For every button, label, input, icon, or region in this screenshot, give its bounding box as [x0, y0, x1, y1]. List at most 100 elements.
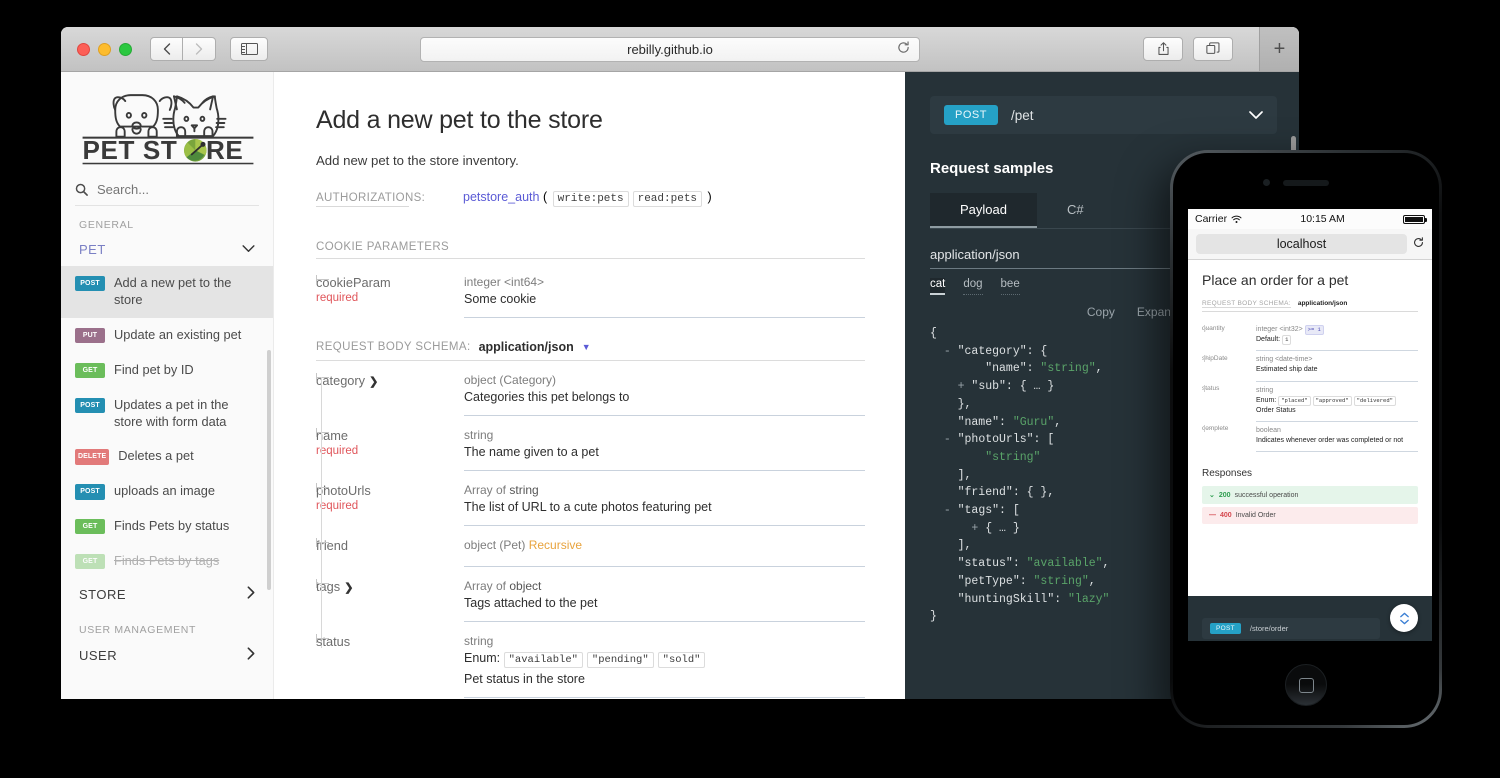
phone-response-text: successful operation: [1235, 492, 1299, 499]
sidebar-operation-item[interactable]: GETFind pet by ID: [61, 353, 273, 388]
sidebar-operation-item[interactable]: POST Add a new pet to the store: [61, 266, 273, 318]
sample-tab-payload[interactable]: Payload: [930, 193, 1037, 228]
parameter-description: Pet status in the store: [464, 672, 865, 686]
sidebar-tag-user[interactable]: USER: [61, 640, 273, 672]
phone-response-row[interactable]: ⌄200successful operation: [1202, 486, 1418, 504]
updown-chevrons-icon[interactable]: [1390, 604, 1418, 632]
sidebar-tag-pet[interactable]: PET: [61, 235, 273, 266]
reload-icon[interactable]: [1413, 237, 1424, 251]
request-body-schema-value[interactable]: application/json: [479, 340, 574, 354]
phone-parameter-name-cell: quantity: [1202, 321, 1256, 351]
sample-name-bee[interactable]: bee: [1001, 278, 1020, 295]
phone-page-title: Place an order for a pet: [1202, 272, 1418, 288]
search-input[interactable]: [95, 181, 259, 198]
endpoint-method-badge: POST: [944, 105, 998, 125]
sidebar-operation-item[interactable]: POSTUpdates a pet in the store with form…: [61, 388, 273, 440]
sidebar-scrollbar[interactable]: [267, 350, 271, 590]
caret-down-icon[interactable]: ▼: [582, 342, 591, 352]
phone-footer-endpoint: POST /store/order: [1188, 596, 1432, 641]
phone-response-text: Invalid Order: [1236, 512, 1276, 519]
minus-icon[interactable]: —: [1209, 512, 1216, 519]
close-paren: ): [708, 190, 712, 204]
address-bar[interactable]: rebilly.github.io: [420, 37, 920, 62]
sidebar-tag-store[interactable]: STORE: [61, 579, 273, 611]
phone-request-body-schema: REQUEST BODY SCHEMA: application/json: [1202, 300, 1418, 312]
body-fields-table: category❯object (Category)Categories thi…: [316, 361, 865, 698]
expand-chevron-icon[interactable]: ❯: [344, 582, 353, 594]
parameter-description: Categories this pet belongs to: [464, 390, 865, 404]
endpoint-selector[interactable]: POST /pet: [930, 96, 1277, 134]
sidebar-tag-label: STORE: [79, 587, 126, 602]
chevron-right-icon[interactable]: [247, 586, 255, 602]
phone-screen: Carrier 10:15 AM localhost: [1188, 209, 1432, 641]
sidebar-operation-item[interactable]: DELETEDeletes a pet: [61, 439, 273, 474]
reload-icon[interactable]: [897, 41, 910, 57]
maximize-window-button[interactable]: [119, 43, 132, 56]
parameter-type: integer <int64>: [464, 275, 865, 289]
tree-branch-icon: [316, 377, 329, 378]
phone-parameter-description-cell: string <date-time>Estimated ship date: [1256, 351, 1418, 381]
parameter-name-cell: friend: [316, 526, 464, 567]
show-tabs-button[interactable]: [1193, 37, 1233, 61]
close-window-button[interactable]: [77, 43, 90, 56]
phone-enum-line: Enum: "placed""approved""delivered": [1256, 396, 1418, 406]
required-label: required: [316, 500, 464, 512]
sidebar-operation-label: Add a new pet to the store: [114, 275, 259, 309]
sidebar-operation-item[interactable]: POSTuploads an image: [61, 474, 273, 509]
sidebar-operation-item[interactable]: PUTUpdate an existing pet: [61, 318, 273, 353]
parameter-name-cell: photoUrlsrequired: [316, 471, 464, 526]
chevron-down-icon[interactable]: ⌄: [1209, 491, 1215, 499]
chevron-right-icon[interactable]: [247, 647, 255, 663]
share-button[interactable]: [1143, 37, 1183, 61]
parameter-description-cell: Array of objectTags attached to the pet: [464, 567, 865, 622]
parameter-type: Array of string: [464, 483, 865, 497]
expand-chevron-icon[interactable]: ❯: [369, 376, 378, 388]
parameter-type: string: [464, 428, 865, 442]
navigation-buttons: [150, 37, 216, 61]
tree-branch-icon: [316, 583, 329, 584]
sample-name-dog[interactable]: dog: [963, 278, 982, 295]
phone-endpoint-bar[interactable]: POST /store/order: [1202, 618, 1380, 639]
search-icon: [75, 183, 88, 196]
petstore-logo: PET ST RE: [61, 72, 273, 177]
back-button[interactable]: [150, 37, 183, 61]
phone-parameter-row: shipDatestring <date-time>Estimated ship…: [1202, 351, 1418, 381]
parameter-row: cookieParamrequiredinteger <int64>Some c…: [316, 263, 865, 318]
toggle-sidebar-button[interactable]: [230, 37, 268, 61]
auth-scheme-link[interactable]: petstore_auth: [463, 190, 539, 204]
forward-button[interactable]: [183, 37, 216, 61]
parameter-description-cell: object (Category)Categories this pet bel…: [464, 361, 865, 416]
phone-parameter-row: completebooleanIndicates whenever order …: [1202, 421, 1418, 451]
code-tool-copy[interactable]: Copy: [1087, 305, 1115, 319]
phone-constraint-chip: >= 1: [1305, 325, 1324, 335]
battery-icon: [1403, 215, 1425, 224]
tree-branch-icon: [1204, 328, 1211, 329]
chevron-down-icon[interactable]: [242, 244, 255, 256]
sample-tab-c[interactable]: C#: [1037, 193, 1114, 228]
home-button[interactable]: [1285, 664, 1327, 706]
phone-parameter-description: Indicates whenever order was completed o…: [1256, 436, 1418, 446]
tree-branch-icon: [1204, 388, 1211, 389]
http-method-badge: DELETE: [75, 449, 109, 464]
sidebar-search[interactable]: [75, 181, 259, 206]
browser-titlebar: rebilly.github.io: [61, 27, 1299, 72]
parameter-name-cell: cookieParamrequired: [316, 263, 464, 318]
minimize-window-button[interactable]: [98, 43, 111, 56]
phone-parameter-description: Estimated ship date: [1256, 365, 1418, 375]
phone-address-bar[interactable]: localhost: [1188, 229, 1432, 260]
parameter-name-cell: tags❯: [316, 567, 464, 622]
phone-response-row[interactable]: —400Invalid Order: [1202, 507, 1418, 524]
parameter-row: tags❯Array of objectTags attached to the…: [316, 567, 865, 622]
enum-value-chip: "available": [504, 652, 583, 668]
sidebar-operation-item[interactable]: GETFinds Pets by tags: [61, 544, 273, 579]
chevron-down-icon[interactable]: [1249, 108, 1263, 123]
recursive-tag: Recursive: [525, 538, 582, 552]
parameter-type: object (Pet) Recursive: [464, 538, 865, 552]
phone-responses-title: Responses: [1202, 468, 1418, 479]
sidebar-operation-item[interactable]: GETFinds Pets by status: [61, 509, 273, 544]
tree-branch-icon: [316, 487, 329, 488]
new-tab-button[interactable]: +: [1259, 27, 1299, 71]
sample-name-cat[interactable]: cat: [930, 278, 945, 295]
http-method-badge: POST: [75, 276, 105, 291]
petstore-logo-icon: PET ST RE: [79, 88, 257, 165]
